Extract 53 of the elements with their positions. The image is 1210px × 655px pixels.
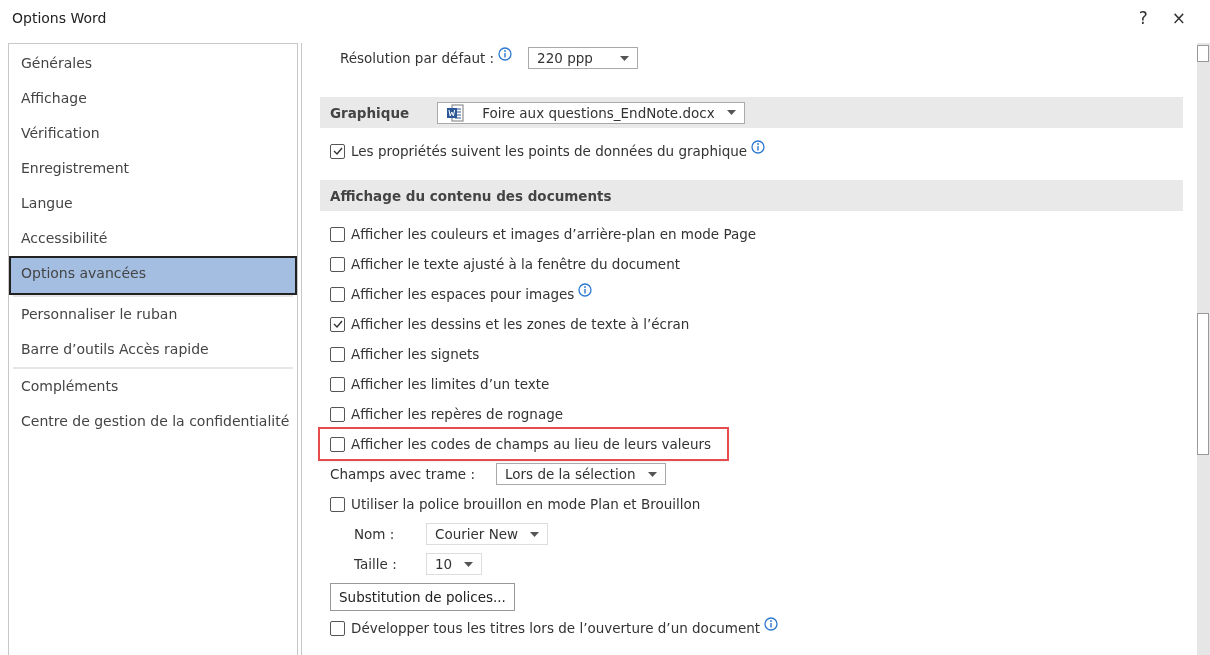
field-label: Nom :: [354, 526, 395, 542]
sidebar-item[interactable]: Affichage: [13, 81, 293, 116]
checkbox[interactable]: [330, 226, 345, 242]
sidebar-item[interactable]: Barre d’outils Accès rapide: [13, 332, 293, 367]
checkbox-label: Afficher les limites d’un texte: [351, 376, 550, 392]
sidebar-item[interactable]: Personnaliser le ruban: [13, 297, 293, 332]
sidebar-item[interactable]: Générales: [13, 46, 293, 81]
checkbox-label: Afficher les dessins et les zones de texte à l’écran: [351, 316, 690, 332]
checkbox[interactable]: [330, 346, 345, 362]
substitution-button[interactable]: Substitution de polices...: [330, 583, 515, 611]
caret-icon: [464, 561, 474, 567]
dropdown[interactable]: 220 ppp: [528, 47, 639, 69]
close-button[interactable]: ×: [1159, 7, 1198, 28]
caret-icon: [620, 55, 630, 61]
checkbox[interactable]: [330, 436, 345, 452]
checkbox-label: Afficher les repères de rognage: [351, 406, 564, 422]
dropdown[interactable]: Lors de la sélection: [496, 463, 666, 485]
checkbox-label: Développer tous les titres lors de l’ouverture d’un document: [351, 620, 761, 636]
section-title: Graphique: [330, 104, 410, 121]
checkbox[interactable]: [330, 620, 345, 636]
checkbox[interactable]: [330, 496, 345, 512]
help-button[interactable]: ?: [1126, 7, 1160, 28]
checkbox-label: Afficher les codes de champs au lieu de leurs valeurs: [351, 436, 712, 452]
checkbox-label: Afficher les couleurs et images d’arrière-plan en mode Page: [351, 226, 757, 242]
sidebar-item[interactable]: Options avancées: [9, 256, 297, 295]
checkbox[interactable]: [330, 376, 345, 392]
checkbox-label: Afficher le texte ajusté à la fenêtre du document: [351, 256, 680, 272]
sidebar-item[interactable]: Langue: [13, 186, 293, 221]
caret-icon: [530, 531, 540, 537]
word-document-icon: [446, 103, 465, 122]
field-label: Champs avec trame :: [330, 466, 475, 482]
scrollbar[interactable]: [1197, 43, 1210, 655]
sidebar-item[interactable]: Centre de gestion de la confidentialité: [13, 404, 293, 439]
window-title: Options Word: [12, 9, 108, 26]
section-title: Affichage du contenu des documents: [330, 187, 612, 204]
field-label: Taille :: [354, 556, 397, 572]
sidebar-item[interactable]: Compléments: [13, 369, 293, 404]
checkbox[interactable]: [330, 316, 345, 332]
sidebar-item[interactable]: Vérification: [13, 116, 293, 151]
checkbox[interactable]: [330, 406, 345, 422]
checkbox[interactable]: [330, 286, 345, 302]
document-dropdown[interactable]: Foire aux questions_EndNote.docx: [437, 101, 745, 124]
checkbox-label: Afficher les espaces pour images: [351, 286, 575, 302]
caret-icon: [726, 110, 736, 115]
checkbox-label: Afficher les signets: [351, 346, 480, 362]
caret-icon: [647, 471, 657, 477]
checkbox-label: Les propriétés suivent les points de données du graphique: [351, 143, 748, 159]
sidebar-item[interactable]: Accessibilité: [13, 221, 293, 256]
sidebar-item[interactable]: Enregistrement: [13, 151, 293, 186]
checkbox-label: Utiliser la police brouillon en mode Plan et Brouillon: [351, 496, 701, 512]
checkbox[interactable]: [330, 143, 345, 159]
checkbox[interactable]: [330, 256, 345, 272]
field-label: Résolution par défaut :: [340, 50, 495, 66]
